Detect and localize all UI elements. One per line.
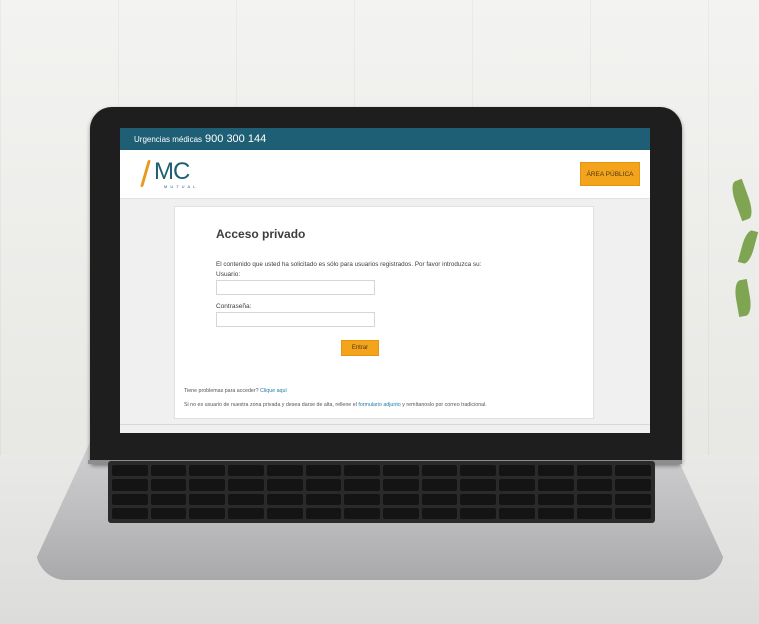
register-help-text: Si no es usuario de nuestra zona privada… [184,402,487,408]
keyboard-key [537,465,574,477]
keyboard-key [383,507,419,519]
keyboard-key [150,493,187,505]
keyboard-key [305,479,342,491]
keyboard-key [266,465,303,477]
keyboard-key [499,479,535,491]
keyboard-key [344,479,380,491]
keyboard-key [576,507,613,519]
keyboard-key [383,493,419,505]
keyboard-key [383,479,419,491]
keyboard-key [615,465,651,477]
keyboard-key [460,479,497,491]
emergency-bar: Urgencias médicas 900 300 144 [120,128,650,150]
keyboard-key [499,507,535,519]
area-publica-button[interactable]: ÁREA PÚBLICA [580,162,640,186]
keyboard-key [266,507,303,519]
keyboard-key [615,493,651,505]
keyboard-key [112,507,148,519]
laptop-screen: Urgencias médicas 900 300 144 MC MUTUAL … [120,128,650,433]
keyboard-key [499,493,535,505]
username-field[interactable] [216,280,375,295]
keyboard-key [305,465,342,477]
username-label: Usuario: [216,271,241,278]
keyboard-key [383,465,419,477]
keyboard-key [421,493,458,505]
keyboard-key [228,507,264,519]
click-here-link[interactable]: Clique aquí [260,388,287,394]
access-help-prefix: Tiene problemas para acceder? [184,388,259,394]
keyboard-key [344,507,380,519]
logo-swoosh-icon [142,160,154,186]
keyboard-key [576,479,613,491]
logo-text: MC [154,158,190,185]
keyboard-key [266,479,303,491]
keyboard-key [189,465,226,477]
keyboard-key [344,465,380,477]
emergency-phone[interactable]: 900 300 144 [205,133,266,145]
keyboard-key [537,493,574,505]
laptop-keyboard [108,461,655,523]
keyboard-key [150,507,187,519]
keyboard-key [421,479,458,491]
register-help-prefix: Si no es usuario de nuestra zona privada… [184,402,357,408]
page-title: Acceso privado [216,227,306,241]
login-card: Acceso privado El contenido que usted ha… [174,206,594,419]
keyboard-key [150,465,187,477]
keyboard-key [499,465,535,477]
logo-subtext: MUTUAL [164,184,199,189]
login-intro: El contenido que usted ha solicitado es … [216,261,482,268]
keyboard-key [112,493,148,505]
keyboard-key [537,507,574,519]
keyboard-key [537,479,574,491]
form-link[interactable]: formulario adjunto [358,402,400,408]
keyboard-key [112,479,148,491]
site-header: MC MUTUAL ÁREA PÚBLICA [120,150,650,199]
keyboard-key [460,493,497,505]
keyboard-key [305,507,342,519]
keyboard-key [421,507,458,519]
keyboard-key [228,465,264,477]
emergency-label: Urgencias médicas [134,134,203,144]
keyboard-key [615,479,651,491]
keyboard-key [112,465,148,477]
keyboard-key [576,493,613,505]
keyboard-key [266,493,303,505]
footer-divider [120,424,650,425]
mc-mutual-logo[interactable]: MC MUTUAL [142,158,195,190]
access-help-text: Tiene problemas para acceder? Clique aqu… [184,388,287,394]
keyboard-key [305,493,342,505]
keyboard-key [189,493,226,505]
password-field[interactable] [216,312,375,327]
keyboard-key [228,479,264,491]
register-help-suffix: y remítanoslo por correo tradicional. [402,402,487,408]
keyboard-key [189,479,226,491]
keyboard-key [150,479,187,491]
keyboard-key [228,493,264,505]
keyboard-key [460,507,497,519]
keyboard-key [460,465,497,477]
keyboard-key [189,507,226,519]
login-submit-button[interactable]: Entrar [341,340,379,356]
keyboard-key [344,493,380,505]
password-label: Contraseña: [216,303,252,310]
keyboard-key [576,465,613,477]
keyboard-key [421,465,458,477]
keyboard-key [615,507,651,519]
